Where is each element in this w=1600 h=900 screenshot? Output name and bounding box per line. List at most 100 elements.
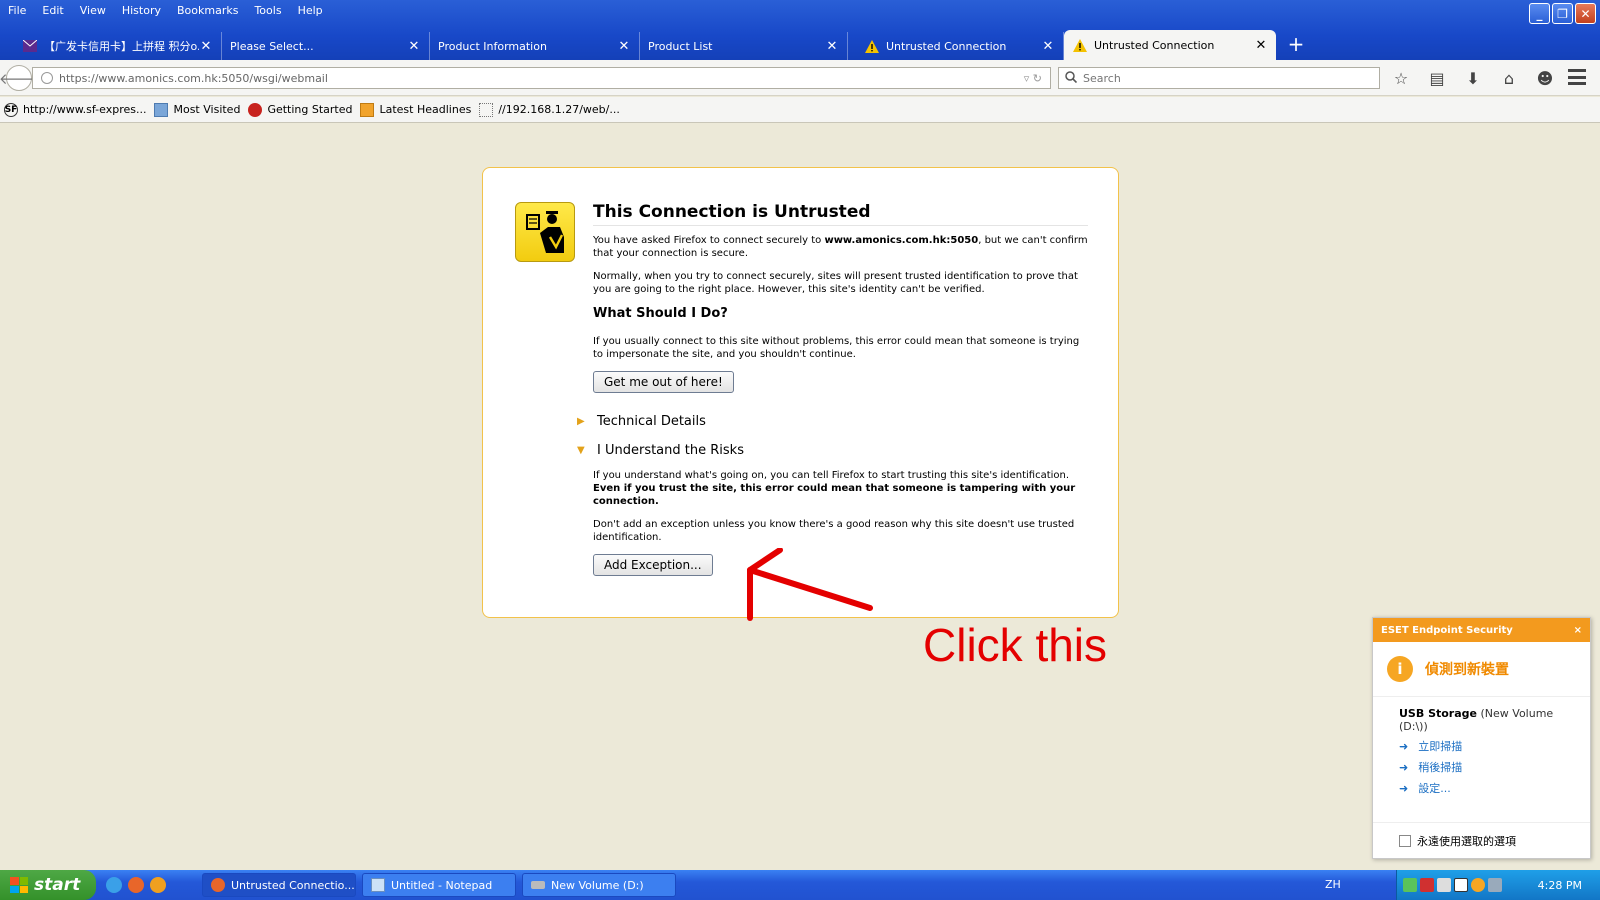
tab-untrusted-connection[interactable]: Untrusted Connection ✕ bbox=[856, 32, 1064, 60]
toolbar-icons: ☆ ▤ ⬇ ⌂ ☻ bbox=[1390, 68, 1556, 88]
understand-risks-toggle[interactable]: ▼ I Understand the Risks bbox=[577, 443, 744, 458]
menu-edit[interactable]: Edit bbox=[34, 0, 71, 22]
bookmark-label: Getting Started bbox=[267, 103, 353, 116]
ie-icon[interactable] bbox=[106, 877, 122, 893]
tab-guangfa[interactable]: 【广发卡信用卡】上拼程 积分o... ✕ bbox=[14, 32, 222, 60]
new-tab-button[interactable]: + bbox=[1284, 30, 1308, 58]
drive-icon bbox=[531, 881, 545, 889]
window-controls: _ ❐ ✕ bbox=[1529, 3, 1596, 24]
vpn-icon[interactable] bbox=[1454, 878, 1468, 892]
intro-paragraph: You have asked Firefox to connect secure… bbox=[593, 235, 1088, 259]
risk-paragraph: If you understand what's going on, you c… bbox=[593, 470, 1076, 507]
reload-icon[interactable]: ▿ ↻ bbox=[1024, 72, 1050, 85]
arrow-right-icon: ➜ bbox=[1399, 781, 1409, 795]
annotation-text: Click this bbox=[923, 619, 1108, 671]
firefox-icon[interactable] bbox=[128, 877, 144, 893]
hamburger-menu-icon[interactable] bbox=[1568, 69, 1586, 85]
url-bar[interactable]: https://www.amonics.com.hk:5050/wsgi/web… bbox=[32, 67, 1051, 89]
update-icon[interactable] bbox=[1471, 878, 1485, 892]
volume-icon[interactable] bbox=[1437, 878, 1451, 892]
technical-details-label: Technical Details bbox=[597, 414, 706, 429]
menu-history[interactable]: History bbox=[114, 0, 169, 22]
task-new-volume[interactable]: New Volume (D:) bbox=[522, 873, 676, 897]
bookmark-192-168-1-27[interactable]: //192.168.1.27/web/... bbox=[479, 102, 620, 117]
menu-help[interactable]: Help bbox=[290, 0, 331, 22]
tab-product-information[interactable]: Product Information ✕ bbox=[430, 32, 640, 60]
back-button[interactable]: 🡐 bbox=[0, 65, 39, 91]
close-icon[interactable]: × bbox=[1574, 625, 1582, 636]
close-tab-icon[interactable]: ✕ bbox=[407, 39, 421, 54]
menu-bookmarks[interactable]: Bookmarks bbox=[169, 0, 246, 22]
eset-header: ESET Endpoint Security × bbox=[1373, 618, 1590, 642]
search-input[interactable] bbox=[1083, 71, 1379, 85]
tab-label: Product List bbox=[648, 39, 713, 53]
what-should-i-do-heading: What Should I Do? bbox=[593, 306, 728, 321]
scan-later-link[interactable]: ➜ 稍後掃描 bbox=[1399, 759, 1574, 775]
folder-icon bbox=[154, 102, 169, 117]
search-box[interactable] bbox=[1058, 67, 1380, 89]
reading-list-icon[interactable]: ▤ bbox=[1426, 68, 1448, 88]
bookmark-label: http://www.sf-expres... bbox=[23, 103, 147, 116]
bookmark-latest-headlines[interactable]: Latest Headlines bbox=[360, 102, 471, 117]
firefox-icon bbox=[211, 878, 225, 892]
notepad-icon bbox=[371, 878, 385, 892]
chat-icon[interactable]: ☻ bbox=[1534, 68, 1556, 88]
network-icon[interactable] bbox=[1403, 878, 1417, 892]
restore-button[interactable]: ❐ bbox=[1552, 3, 1573, 24]
download-icon[interactable]: ⬇ bbox=[1462, 68, 1484, 88]
language-indicator[interactable]: ZH bbox=[1325, 878, 1341, 891]
tab-please-select[interactable]: Please Select... ✕ bbox=[222, 32, 430, 60]
error-content: This Connection is Untrusted You have as… bbox=[593, 202, 1088, 393]
eset-title: ESET Endpoint Security bbox=[1381, 624, 1513, 636]
get-me-out-button[interactable]: Get me out of here! bbox=[593, 371, 734, 393]
minimize-button[interactable]: _ bbox=[1529, 3, 1550, 24]
close-window-button[interactable]: ✕ bbox=[1575, 3, 1596, 24]
grid-icon[interactable] bbox=[1488, 878, 1502, 892]
certificate-officer-icon bbox=[515, 202, 575, 262]
close-tab-icon[interactable]: ✕ bbox=[199, 39, 213, 54]
remember-checkbox[interactable] bbox=[1399, 834, 1411, 847]
close-tab-icon[interactable]: ✕ bbox=[825, 39, 839, 54]
close-tab-icon[interactable]: ✕ bbox=[1254, 38, 1268, 53]
tab-product-list[interactable]: Product List ✕ bbox=[640, 32, 848, 60]
bookmark-most-visited[interactable]: Most Visited bbox=[154, 102, 240, 117]
warning-icon bbox=[1072, 37, 1088, 53]
eset-tray-icon[interactable] bbox=[1420, 878, 1434, 892]
menu-file[interactable]: File bbox=[0, 0, 34, 22]
annotation-arrow-icon bbox=[747, 548, 873, 621]
rss-icon bbox=[360, 102, 375, 117]
add-exception-button[interactable]: Add Exception... bbox=[593, 554, 713, 576]
task-label: Untrusted Connectio... bbox=[231, 878, 355, 892]
remember-label: 永遠使用選取的選項 bbox=[1417, 834, 1516, 848]
scan-now-link[interactable]: ➜ 立即掃描 bbox=[1399, 738, 1574, 754]
tab-label: Untrusted Connection bbox=[886, 39, 1007, 53]
menu-view[interactable]: View bbox=[72, 0, 114, 22]
settings-link[interactable]: ➜ 設定... bbox=[1399, 780, 1574, 796]
menu-tools[interactable]: Tools bbox=[246, 0, 289, 22]
system-tray: 4:28 PM bbox=[1396, 870, 1600, 900]
bookmark-sf-express[interactable]: SF http://www.sf-expres... bbox=[4, 102, 147, 117]
media-player-icon[interactable] bbox=[150, 877, 166, 893]
task-label: New Volume (D:) bbox=[551, 878, 644, 892]
home-icon[interactable]: ⌂ bbox=[1498, 68, 1520, 88]
url-text: https://www.amonics.com.hk:5050/wsgi/web… bbox=[59, 71, 328, 85]
clock: 4:28 PM bbox=[1537, 878, 1582, 892]
menubar: File Edit View History Bookmarks Tools H… bbox=[0, 0, 331, 22]
close-tab-icon[interactable]: ✕ bbox=[1041, 39, 1055, 54]
tab-label: Product Information bbox=[438, 39, 547, 53]
task-label: Untitled - Notepad bbox=[391, 878, 493, 892]
search-icon bbox=[1065, 70, 1078, 86]
bookmark-getting-started[interactable]: Getting Started bbox=[248, 102, 353, 117]
tab-untrusted-connection-active[interactable]: Untrusted Connection ✕ bbox=[1064, 30, 1276, 60]
bookmark-label: //192.168.1.27/web/... bbox=[498, 103, 620, 116]
start-button[interactable]: start bbox=[0, 870, 96, 900]
warning-icon bbox=[864, 38, 880, 54]
browser-titlebar: File Edit View History Bookmarks Tools H… bbox=[0, 0, 1600, 60]
technical-details-toggle[interactable]: ▶ Technical Details bbox=[577, 414, 706, 429]
arrow-right-icon: ➜ bbox=[1399, 739, 1409, 753]
eset-footer: 永遠使用選取的選項 bbox=[1373, 822, 1590, 858]
bookmark-star-icon[interactable]: ☆ bbox=[1390, 68, 1412, 88]
task-notepad[interactable]: Untitled - Notepad bbox=[362, 873, 516, 897]
close-tab-icon[interactable]: ✕ bbox=[617, 39, 631, 54]
task-firefox[interactable]: Untrusted Connectio... bbox=[202, 873, 356, 897]
